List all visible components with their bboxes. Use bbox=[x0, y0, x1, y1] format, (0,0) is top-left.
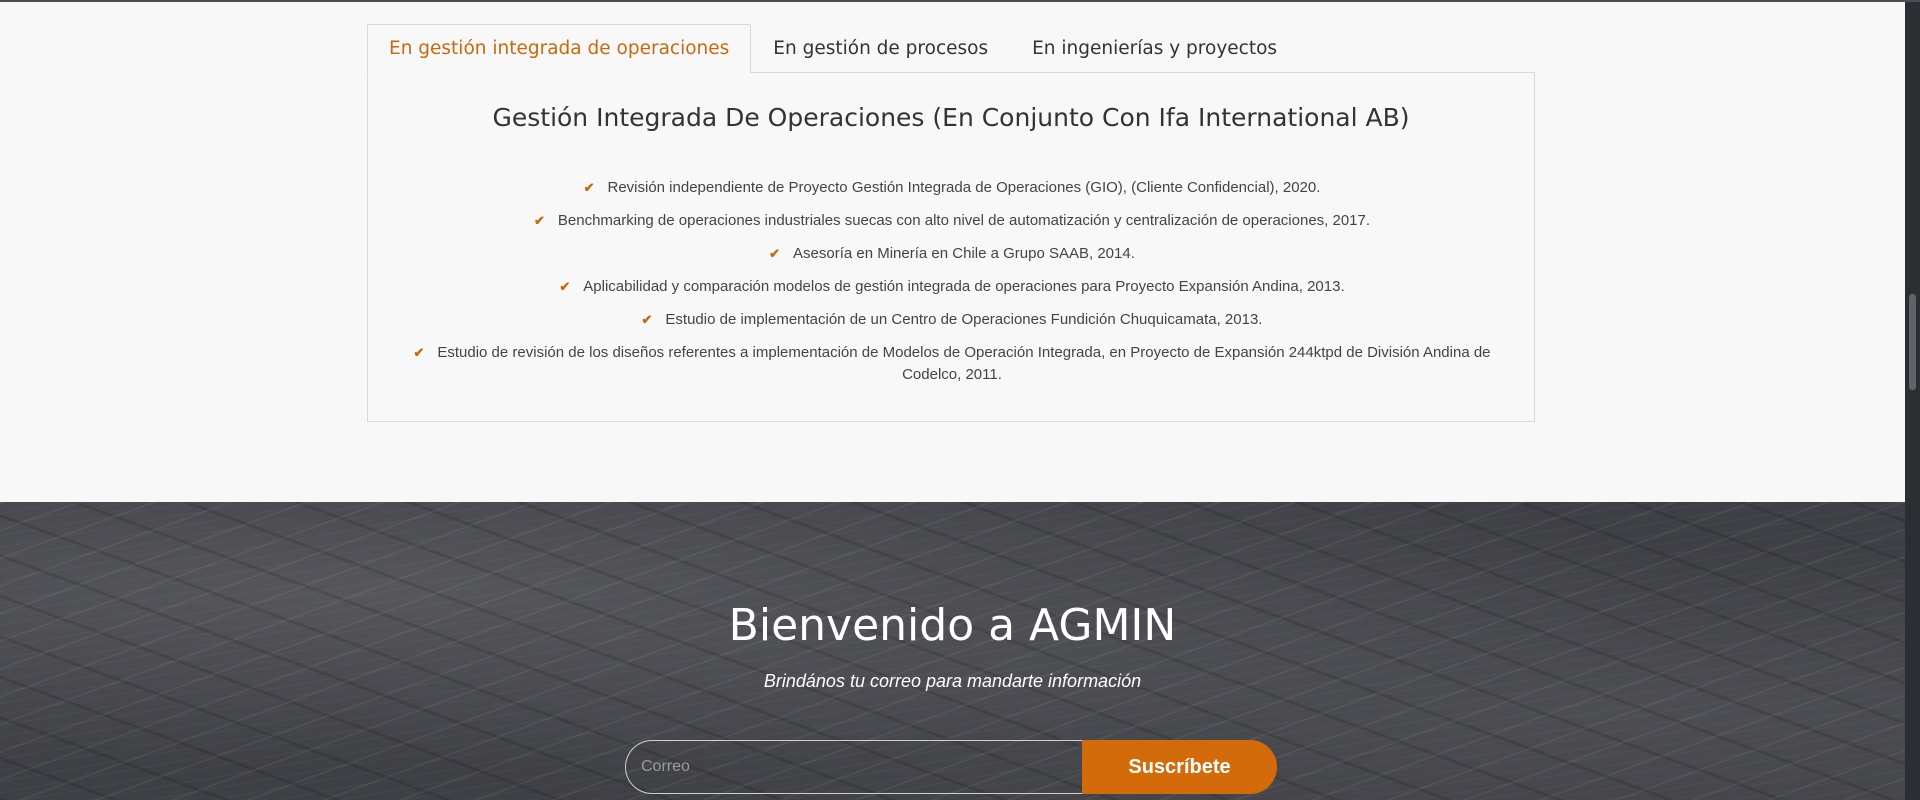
list-item-text: Benchmarking de operaciones industriales… bbox=[557, 212, 1371, 229]
tab-bar: En gestión integrada de operaciones En g… bbox=[367, 24, 1299, 73]
check-icon: ✔ bbox=[413, 345, 425, 360]
project-list: ✔ Revisión independiente de Proyecto Gest… bbox=[408, 177, 1496, 397]
list-item-text: Estudio de implementación de un Centro d… bbox=[665, 311, 1263, 328]
email-input[interactable] bbox=[625, 740, 1082, 794]
tab-panel: Gestión Integrada De Operaciones (En Con… bbox=[367, 72, 1535, 422]
scrollbar-thumb[interactable] bbox=[1909, 294, 1916, 390]
check-icon: ✔ bbox=[641, 312, 653, 327]
check-icon: ✔ bbox=[583, 180, 595, 195]
list-item: ✔ Benchmarking de operaciones industriale… bbox=[408, 210, 1496, 232]
welcome-title: Bienvenido a AGMIN bbox=[728, 600, 1177, 651]
page: En gestión integrada de operaciones En g… bbox=[0, 0, 1920, 800]
list-item: ✔ Estudio de implementación de un Centro … bbox=[408, 309, 1496, 331]
list-item: ✔ Aplicabilidad y comparación modelos de … bbox=[408, 276, 1496, 298]
check-icon: ✔ bbox=[559, 279, 571, 294]
list-item-text: Estudio de revisión de los diseños refer… bbox=[437, 344, 1491, 383]
list-item: ✔ Estudio de revisión de los diseños refe… bbox=[408, 342, 1496, 386]
list-item: ✔ Asesoría en Minería en Chile a Grupo SA… bbox=[408, 243, 1496, 265]
check-icon: ✔ bbox=[769, 246, 781, 261]
tab-gestion-integrada[interactable]: En gestión integrada de operaciones bbox=[367, 24, 752, 73]
list-item-text: Revisión independiente de Proyecto Gesti… bbox=[607, 179, 1321, 196]
list-item-text: Aplicabilidad y comparación modelos de g… bbox=[583, 278, 1345, 295]
tab-ingenierias-proyectos[interactable]: En ingenierías y proyectos bbox=[1010, 24, 1299, 72]
list-item: ✔ Revisión independiente de Proyecto Gest… bbox=[408, 177, 1496, 199]
newsletter-section: Bienvenido a AGMIN Brindános tu correo p… bbox=[0, 502, 1905, 800]
subscribe-button[interactable]: Suscríbete bbox=[1082, 740, 1277, 794]
welcome-subtitle: Brindános tu correo para mandarte inform… bbox=[763, 671, 1142, 691]
panel-title: Gestión Integrada De Operaciones (En Con… bbox=[492, 103, 1410, 132]
services-section: En gestión integrada de operaciones En g… bbox=[0, 2, 1905, 502]
list-item-text: Asesoría en Minería en Chile a Grupo SAA… bbox=[793, 245, 1135, 262]
scrollbar[interactable] bbox=[1905, 2, 1920, 800]
subscribe-form: Suscríbete bbox=[625, 740, 1277, 794]
tab-gestion-procesos[interactable]: En gestión de procesos bbox=[751, 24, 1010, 72]
check-icon: ✔ bbox=[533, 213, 545, 228]
